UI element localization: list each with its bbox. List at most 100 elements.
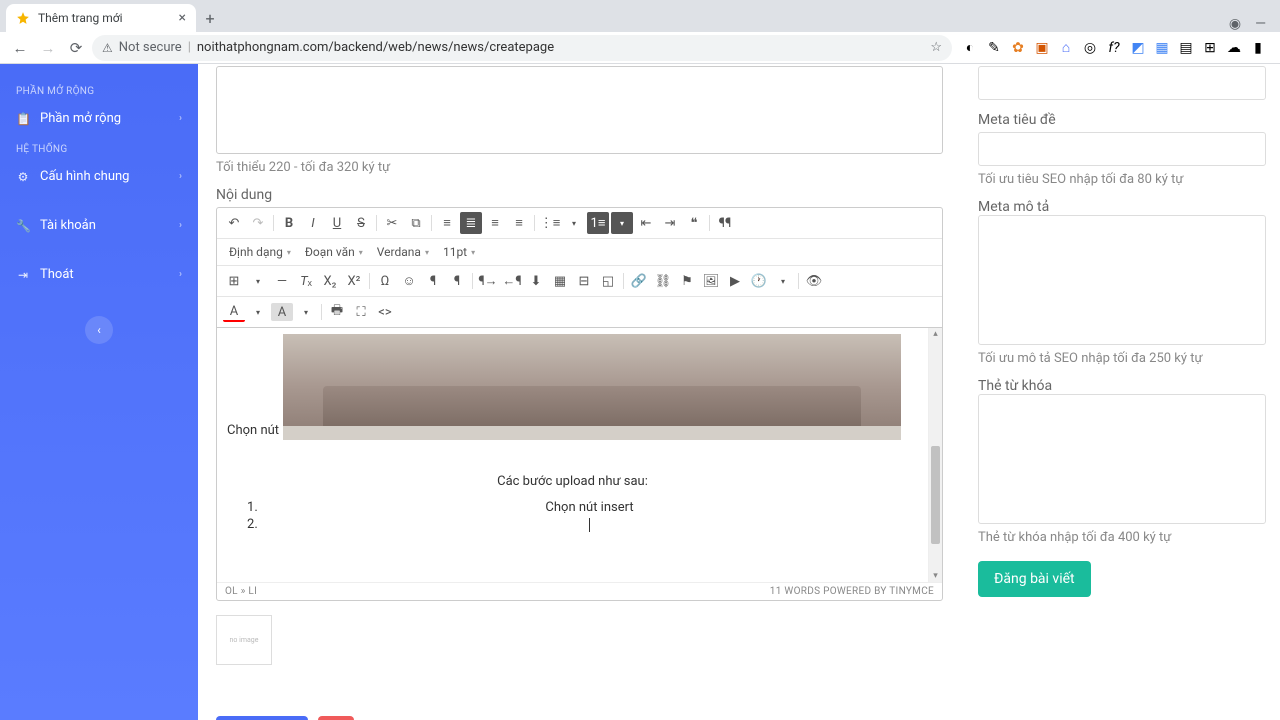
ext-icon[interactable]: ✿ <box>1010 40 1026 56</box>
ltr-button[interactable]: ¶ <box>422 270 444 292</box>
cut-button[interactable]: ✂ <box>381 212 403 234</box>
ext-icon[interactable]: ◩ <box>1130 40 1146 56</box>
ext-icon[interactable]: ▦ <box>1154 40 1170 56</box>
block-select[interactable]: Đoạn văn▾ <box>299 243 369 261</box>
emoji-button[interactable]: ☺ <box>398 270 420 292</box>
link-button[interactable]: 🔗 <box>628 270 650 292</box>
ext-icon[interactable]: ◐ <box>962 40 978 56</box>
ext-icon[interactable]: ▣ <box>1034 40 1050 56</box>
template-button[interactable]: ◱ <box>597 270 619 292</box>
redo-button[interactable]: ↷ <box>247 212 269 234</box>
text-color-dropdown[interactable]: ▾ <box>247 301 269 323</box>
url-field[interactable]: ⚠ Not secure | noithatphongnam.com/backe… <box>92 35 952 61</box>
image-button[interactable]: 🖼 <box>700 270 722 292</box>
date-dropdown[interactable]: ▾ <box>772 270 794 292</box>
address-bar: ← → ⟳ ⚠ Not secure | noithatphongnam.com… <box>0 32 1280 64</box>
strike-button[interactable]: S <box>350 212 372 234</box>
hr-button[interactable]: — <box>271 270 293 292</box>
publish-button[interactable]: Đăng bài viết <box>978 561 1091 597</box>
undo-button[interactable]: ↶ <box>223 212 245 234</box>
rtl-dir-button[interactable]: ←¶ <box>501 270 523 292</box>
ext-icon[interactable]: ✎ <box>986 40 1002 56</box>
formats-button[interactable]: ¶¶ <box>714 212 736 234</box>
number-list-button[interactable]: 1≡ <box>587 212 609 234</box>
browser-tab[interactable]: Thêm trang mới × <box>6 4 196 32</box>
align-left-button[interactable]: ≡ <box>436 212 458 234</box>
ext-icon[interactable]: ▮ <box>1250 40 1266 56</box>
thumbnail-placeholder[interactable]: no image <box>216 615 272 665</box>
align-justify-button[interactable]: ≡ <box>508 212 530 234</box>
text-color-button[interactable]: A <box>223 302 245 322</box>
fontsize-select[interactable]: 11pt▾ <box>437 243 481 261</box>
code-button[interactable]: <> <box>374 301 396 323</box>
unlink-button[interactable]: ⛓ <box>652 270 674 292</box>
slug-input[interactable] <box>978 66 1266 100</box>
align-center-button[interactable]: ≣ <box>460 212 482 234</box>
ext-icon[interactable]: ▤ <box>1178 40 1194 56</box>
back-button[interactable]: ← <box>8 36 32 60</box>
sidebar: PHẦN MỞ RỘNG 📋 Phần mở rộng › HỆ THỐNG ⚙… <box>0 64 198 720</box>
keyword-textarea[interactable] <box>978 394 1266 524</box>
danger-action-button[interactable] <box>318 716 354 720</box>
superscript-button[interactable]: X² <box>343 270 365 292</box>
bold-button[interactable]: B <box>278 212 300 234</box>
forward-button[interactable]: → <box>36 36 60 60</box>
meta-desc-textarea[interactable] <box>978 215 1266 345</box>
table-dropdown[interactable]: ▾ <box>247 270 269 292</box>
date-button[interactable]: 🕐 <box>748 270 770 292</box>
subscript-button[interactable]: X₂ <box>319 270 341 292</box>
sidebar-item-logout[interactable]: ⇥ Thoát › <box>0 257 198 292</box>
bookmark-icon[interactable]: ☆ <box>930 40 942 55</box>
minimize-icon[interactable]: — <box>1255 16 1266 32</box>
ext-icon[interactable]: ⌂ <box>1058 40 1074 56</box>
primary-action-button[interactable] <box>216 716 308 720</box>
summary-textarea[interactable] <box>216 66 943 154</box>
scroll-up-icon[interactable]: ▴ <box>929 329 942 339</box>
editor-scrollbar[interactable]: ▴ ▾ <box>928 328 942 582</box>
align-right-button[interactable]: ≡ <box>484 212 506 234</box>
indent-button[interactable]: ⇥ <box>659 212 681 234</box>
special-char-button[interactable]: Ω <box>374 270 396 292</box>
italic-button[interactable]: I <box>302 212 324 234</box>
pagebreak-button[interactable]: ⊟ <box>573 270 595 292</box>
print-button[interactable]: 🖶 <box>326 301 348 323</box>
bg-color-dropdown[interactable]: ▾ <box>295 301 317 323</box>
bullet-list-button[interactable]: ⋮≡ <box>539 212 561 234</box>
editor-body[interactable]: Chọn nút Các bước upload như sau: Chọn n… <box>217 328 928 582</box>
download-button[interactable]: ⬇ <box>525 270 547 292</box>
scroll-thumb[interactable] <box>931 446 940 544</box>
table-button[interactable]: ⊞ <box>223 270 245 292</box>
sidebar-item-account[interactable]: 🔧 Tài khoản › <box>0 208 198 243</box>
ltr-dir-button[interactable]: ¶→ <box>477 270 499 292</box>
bullet-dropdown[interactable]: ▾ <box>563 212 585 234</box>
element-path[interactable]: OL » LI <box>225 586 257 597</box>
font-select[interactable]: Verdana▾ <box>371 243 435 261</box>
ext-icon[interactable]: ◎ <box>1082 40 1098 56</box>
rtl-button[interactable]: ¶ <box>446 270 468 292</box>
blockquote-button[interactable]: ❝ <box>683 212 705 234</box>
ext-icon[interactable]: ☁ <box>1226 40 1242 56</box>
meta-title-input[interactable] <box>978 132 1266 166</box>
anchor-button[interactable]: ⚑ <box>676 270 698 292</box>
preview-button[interactable]: 👁 <box>803 270 825 292</box>
copy-button[interactable]: ⧉ <box>405 212 427 234</box>
clear-format-button[interactable]: Tₓ <box>295 270 317 292</box>
ext-icon[interactable]: ⊞ <box>1202 40 1218 56</box>
format-select[interactable]: Định dạng▾ <box>223 243 297 261</box>
sidebar-collapse-button[interactable]: ‹ <box>85 316 113 344</box>
outdent-button[interactable]: ⇤ <box>635 212 657 234</box>
fullscreen-button[interactable]: ⛶ <box>350 301 372 323</box>
bg-color-button[interactable]: A <box>271 303 293 321</box>
close-icon[interactable]: × <box>179 10 186 26</box>
reload-button[interactable]: ⟳ <box>64 36 88 60</box>
number-dropdown[interactable]: ▾ <box>611 212 633 234</box>
scroll-down-icon[interactable]: ▾ <box>929 571 942 581</box>
meta-desc-hint: Tối ưu mô tả SEO nhập tối đa 250 ký tự <box>978 351 1266 366</box>
new-tab-button[interactable]: + <box>196 4 224 32</box>
insert-button[interactable]: ▦ <box>549 270 571 292</box>
media-button[interactable]: ▶ <box>724 270 746 292</box>
underline-button[interactable]: U <box>326 212 348 234</box>
sidebar-item-extensions[interactable]: 📋 Phần mở rộng › <box>0 101 198 136</box>
sidebar-item-config[interactable]: ⚙ Cấu hình chung › <box>0 159 198 194</box>
ext-icon[interactable]: f? <box>1106 40 1122 56</box>
